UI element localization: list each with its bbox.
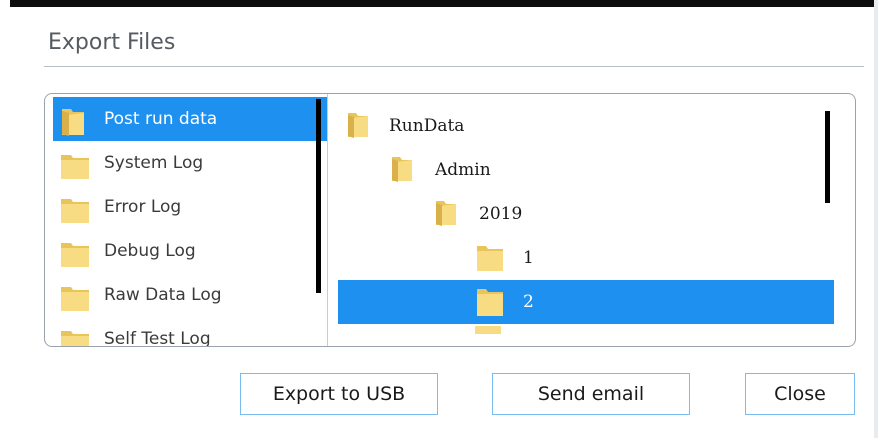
window-right-edge [874,0,878,438]
log-item-self-test-log[interactable]: Self Test Log [53,317,327,346]
pane-divider [327,94,328,346]
partial-folder-icon [475,326,501,334]
log-item-error-log[interactable]: Error Log [53,185,327,229]
send-email-button[interactable]: Send email [492,373,690,415]
folder-icon [59,283,91,313]
log-list-scrollbar[interactable] [316,99,321,293]
log-item-system-log[interactable]: System Log [53,141,327,185]
log-item-label: Error Log [104,197,182,217]
log-item-label: Post run data [104,109,218,129]
log-item-label: System Log [104,153,204,173]
dialog-title: Export Files [48,30,176,55]
tree-item-label: 1 [523,248,534,268]
tree-item-label: RunData [389,116,465,136]
folder-icon [59,151,91,181]
tree-item-label: 2 [523,292,534,312]
folder-icon [59,327,91,346]
folder-open-icon [433,199,459,227]
folder-open-icon [389,155,415,183]
close-button[interactable]: Close [745,373,855,415]
folder-tree-scrollbar[interactable] [825,111,830,203]
window-top-border [10,0,878,7]
log-item-post-run-data[interactable]: Post run data [53,97,327,141]
folder-icon [59,239,91,269]
tree-item-label: 2019 [479,204,523,224]
log-item-debug-log[interactable]: Debug Log [53,229,327,273]
folder-icon [59,195,91,225]
export-to-usb-button[interactable]: Export to USB [240,373,438,415]
log-item-label: Raw Data Log [104,285,222,305]
folder-icon [475,243,505,273]
folder-open-icon [345,111,371,139]
folder-open-icon [59,107,87,137]
tree-item-2[interactable]: 2 [338,280,834,324]
log-type-list[interactable]: Post run data System Log Error Log Debug… [45,94,327,346]
export-panel: Post run data System Log Error Log Debug… [44,93,856,347]
log-item-label: Self Test Log [104,329,211,346]
folder-icon [475,286,505,320]
log-item-label: Debug Log [104,241,196,261]
tree-item-label: Admin [435,160,491,180]
log-item-raw-data-log[interactable]: Raw Data Log [53,273,327,317]
title-divider [44,66,864,67]
